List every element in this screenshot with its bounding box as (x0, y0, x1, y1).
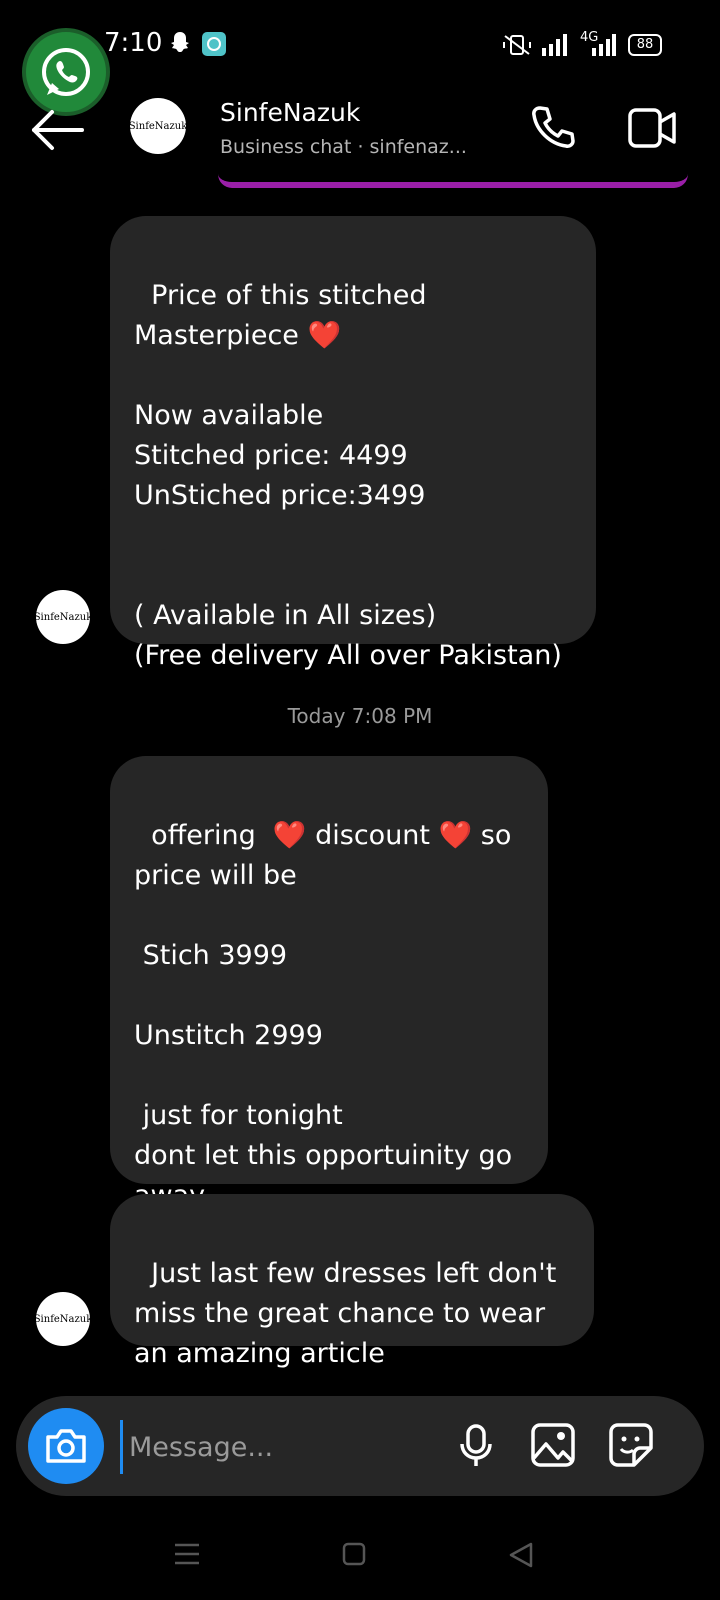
message-input[interactable] (120, 1420, 461, 1474)
avatar-logo-text: SinfeNazuk (33, 1313, 93, 1325)
signal-4g-icon (592, 34, 616, 56)
previous-message-edge (218, 174, 688, 188)
message-bubble[interactable]: offering ❤️ discount ❤️ so price will be… (110, 756, 548, 1211)
avatar-logo-text: SinfeNazuk (33, 611, 93, 623)
message-text: offering ❤️ discount ❤️ so price will be… (134, 820, 513, 1211)
back-nav-icon[interactable] (508, 1542, 534, 1568)
battery-icon: 88 (628, 34, 662, 56)
camera-icon (46, 1429, 86, 1463)
message-bubble[interactable]: Just last few dresses left don't miss th… (110, 1194, 594, 1369)
sticker-icon[interactable] (608, 1422, 654, 1468)
status-time: 7:10 (104, 28, 163, 58)
microphone-icon[interactable] (456, 1422, 496, 1470)
phone-icon[interactable] (530, 104, 576, 150)
app-notification-icon (202, 32, 226, 56)
sender-avatar[interactable]: SinfeNazuk (33, 1292, 93, 1346)
battery-level: 88 (636, 37, 654, 52)
chat-header: SinfeNazuk SinfeNazuk Business chat · si… (0, 90, 720, 180)
menu-icon[interactable] (174, 1542, 200, 1566)
contact-avatar[interactable]: SinfeNazuk (128, 98, 188, 154)
camera-button[interactable] (28, 1408, 104, 1484)
signal-icon (542, 34, 567, 56)
message-bubble[interactable]: Price of this stitched Masterpiece ❤️ No… (110, 216, 596, 671)
day-separator: Today 7:08 PM (287, 704, 433, 728)
contact-name[interactable]: SinfeNazuk (220, 98, 360, 127)
system-navigation-bar (0, 1520, 720, 1600)
avatar-logo-text: SinfeNazuk (128, 120, 188, 132)
message-text: Price of this stitched Masterpiece ❤️ No… (134, 280, 562, 671)
arrow-left-icon[interactable] (30, 108, 86, 152)
contact-subtitle[interactable]: Business chat · sinfenaz... (220, 136, 467, 158)
snapchat-icon (171, 32, 189, 52)
sender-avatar[interactable]: SinfeNazuk (33, 590, 93, 644)
message-composer (16, 1396, 704, 1496)
image-icon[interactable] (530, 1422, 576, 1468)
vibrate-mute-icon (503, 35, 531, 55)
video-camera-icon[interactable] (628, 108, 676, 148)
home-icon[interactable] (342, 1542, 366, 1566)
message-text: Just last few dresses left don't miss th… (134, 1258, 557, 1369)
